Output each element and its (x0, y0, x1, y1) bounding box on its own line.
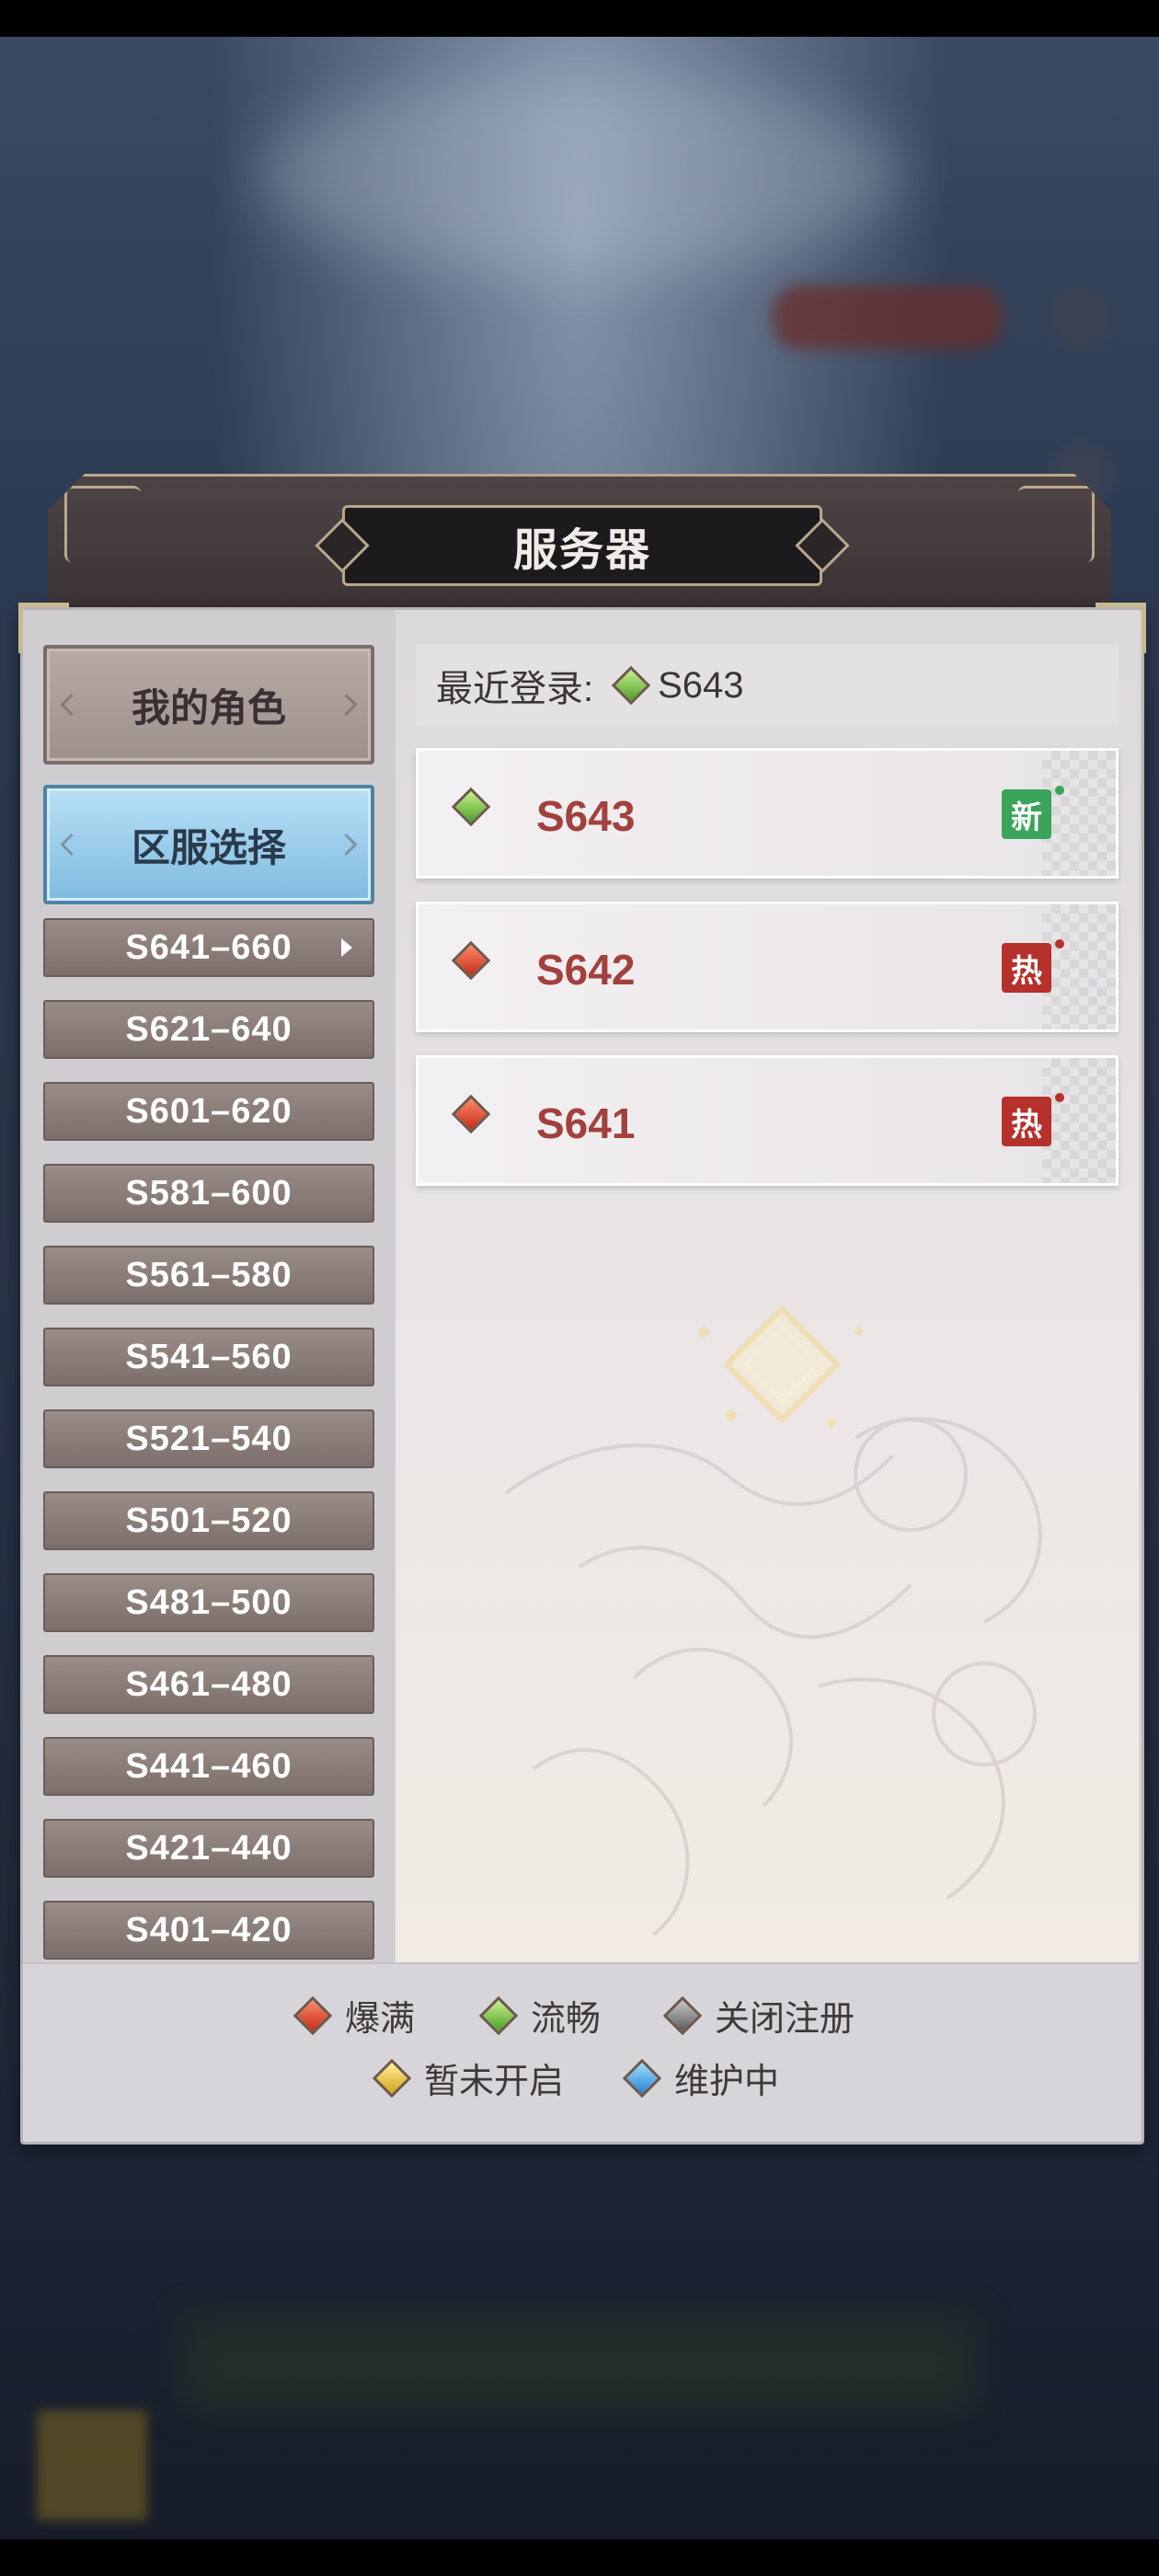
range-button[interactable]: S421–440 (43, 1819, 374, 1878)
range-button[interactable]: S581–600 (43, 1164, 374, 1223)
status-not-open-gem-icon (372, 2058, 412, 2098)
range-button[interactable]: S621–640 (43, 1000, 374, 1059)
server-item[interactable]: S643 新 (416, 748, 1119, 879)
range-button[interactable]: S601–620 (43, 1082, 374, 1141)
range-label: S501–520 (125, 1501, 293, 1540)
new-server-badge: 新 (1002, 786, 1064, 839)
server-name: S643 (536, 792, 636, 840)
range-label: S561–580 (125, 1255, 293, 1294)
chevron-right-icon (335, 693, 358, 717)
range-label: S621–640 (125, 1009, 293, 1049)
range-button[interactable]: S401–420 (43, 1901, 374, 1960)
background-cloud (258, 74, 901, 276)
range-label: S541–560 (125, 1337, 293, 1376)
legend-item: 流畅 (478, 1990, 602, 2041)
arrow-right-icon (341, 938, 352, 957)
hot-server-badge: 热 (1002, 1093, 1064, 1146)
background-blurred-bar (184, 2318, 975, 2410)
pattern-decoration (1042, 904, 1116, 1029)
gem-wrapper (451, 787, 491, 827)
range-label: S421–440 (125, 1828, 293, 1868)
gem-wrapper (451, 1094, 491, 1134)
badge-text: 新 (1011, 799, 1042, 835)
range-label: S581–600 (125, 1173, 293, 1213)
background-blurred-button (773, 285, 1003, 350)
legend-item: 关闭注册 (662, 1990, 855, 2041)
range-label: S641–660 (125, 927, 293, 967)
dialog-title-plate: 服务器 (315, 505, 850, 586)
my-role-button[interactable]: 我的角色 (43, 645, 374, 765)
legend-label: 流畅 (531, 2000, 602, 2039)
region-select-button[interactable]: 区服选择 (43, 785, 374, 904)
status-full-gem-icon (451, 940, 491, 981)
status-closed-registration-gem-icon (662, 1995, 703, 2035)
badge-text: 热 (1011, 1107, 1042, 1143)
range-button[interactable]: S541–560 (43, 1328, 374, 1386)
range-label: S481–500 (125, 1582, 293, 1622)
legend-item: 暂未开启 (372, 2053, 565, 2103)
server-item[interactable]: S641 热 (416, 1055, 1119, 1186)
badge-dot (1055, 939, 1064, 949)
range-label: S461–480 (125, 1664, 293, 1704)
corner-ornament (1018, 486, 1095, 562)
status-full-gem-icon (451, 1094, 491, 1134)
range-button[interactable]: S481–500 (43, 1573, 374, 1632)
badge-dot (1055, 786, 1064, 795)
background-blurred-icon (37, 2410, 147, 2521)
chevron-left-icon (60, 693, 83, 717)
legend-label: 爆满 (345, 2000, 416, 2039)
status-smooth-gem-icon (451, 787, 491, 827)
range-button[interactable]: S641–660 (43, 918, 374, 977)
pattern-decoration (1042, 1058, 1116, 1183)
range-button[interactable]: S521–540 (43, 1409, 374, 1468)
range-button[interactable]: S501–520 (43, 1491, 374, 1550)
chevron-right-icon (335, 833, 358, 857)
server-item[interactable]: S642 热 (416, 902, 1119, 1032)
legend-label: 暂未开启 (424, 2063, 565, 2101)
status-maintenance-gem-icon (622, 2058, 662, 2098)
gem-wrapper (451, 940, 491, 981)
background-blurred-icon (1049, 285, 1113, 350)
recent-login-bar[interactable]: 最近登录: S643 (416, 645, 1119, 726)
pattern-decoration (1042, 751, 1116, 876)
range-label: S601–620 (125, 1091, 293, 1131)
server-select-dialog: 我的角色 区服选择 S641–660 S621–640 S601–620 S58… (18, 603, 1146, 2145)
range-button[interactable]: S441–460 (43, 1737, 374, 1796)
range-label: S401–420 (125, 1910, 293, 1949)
legend-label: 维护中 (674, 2063, 780, 2101)
server-name: S641 (536, 1099, 636, 1147)
recent-login-server: S643 (658, 664, 744, 706)
sidebar: 我的角色 区服选择 S641–660 S621–640 S601–620 S58… (23, 610, 396, 1962)
status-full-gem-icon (293, 1995, 333, 2035)
server-list-panel: 最近登录: S643 S643 新 S642 热 S641 热 (396, 610, 1139, 1962)
region-select-label: 区服选择 (131, 825, 286, 869)
recent-login-label: 最近登录: (436, 669, 594, 709)
hot-server-badge: 热 (1002, 939, 1064, 993)
badge-text: 热 (1011, 953, 1042, 989)
legend-item: 爆满 (293, 1990, 416, 2041)
corner-ornament (64, 486, 141, 562)
chevron-left-icon (60, 833, 83, 857)
range-button[interactable]: S561–580 (43, 1246, 374, 1305)
range-button[interactable]: S461–480 (43, 1655, 374, 1714)
status-smooth-gem-icon (478, 1995, 519, 2035)
legend-item: 维护中 (622, 2053, 780, 2103)
character-illustration (504, 1305, 1042, 1937)
status-smooth-gem-icon (611, 665, 651, 706)
range-label: S521–540 (125, 1419, 293, 1458)
status-legend: 爆满 流畅 关闭注册 暂未开启 维护中 (23, 1962, 1139, 2141)
badge-dot (1055, 1093, 1064, 1102)
dialog-title: 服务器 (512, 526, 651, 575)
range-label: S441–460 (125, 1746, 293, 1786)
server-name: S642 (536, 946, 636, 994)
my-role-label: 我的角色 (131, 685, 286, 730)
legend-label: 关闭注册 (715, 2000, 855, 2039)
